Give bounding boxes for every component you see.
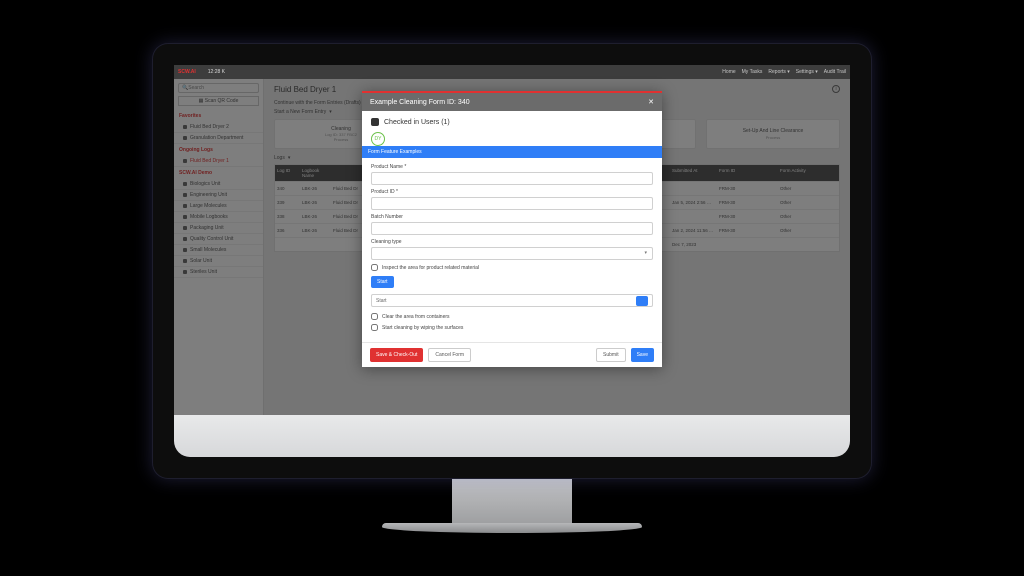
topbar: SCW.AI 12:28 K Home My Tasks Reports ▾ S…	[174, 65, 850, 79]
start-cleaning-checkbox[interactable]	[371, 324, 378, 331]
batch-number-input[interactable]	[371, 222, 653, 235]
start-badge-label: Start	[376, 298, 387, 304]
start-cleaning-label: Start cleaning by wiping the surfaces	[382, 325, 463, 331]
product-name-input[interactable]	[371, 172, 653, 185]
close-icon[interactable]: ✕	[648, 98, 654, 106]
brand-logo: SCW.AI	[178, 69, 196, 75]
section-band: Form Feature Examples	[362, 146, 662, 158]
monitor-base	[382, 523, 642, 533]
inspect-checkbox[interactable]	[371, 264, 378, 271]
nav-audit[interactable]: Audit Trail	[824, 69, 846, 75]
inspect-label: Inspect the area for product related mat…	[382, 265, 479, 271]
clear-area-checkbox[interactable]	[371, 313, 378, 320]
cleaning-type-label: Cleaning type	[371, 239, 653, 245]
user-icon	[371, 118, 379, 126]
modal-header: Example Cleaning Form ID: 340 ✕	[362, 93, 662, 111]
nav-mytasks[interactable]: My Tasks	[742, 69, 763, 75]
modal-title: Example Cleaning Form ID: 340	[370, 99, 470, 106]
nav-home[interactable]: Home	[722, 69, 735, 75]
save-button[interactable]: Save	[631, 348, 654, 362]
calendar-icon[interactable]	[636, 296, 648, 306]
product-id-label: Product ID *	[371, 189, 653, 195]
nav-reports[interactable]: Reports ▾	[768, 69, 789, 75]
clock: 12:28 K	[208, 69, 225, 75]
save-checkout-button[interactable]: Save & Check-Out	[370, 348, 423, 362]
monitor-neck	[452, 479, 572, 523]
modal-footer: Save & Check-Out Cancel Form Submit Save	[362, 342, 662, 367]
modal-body: Checked in Users (1) DY Form Feature Exa…	[362, 111, 662, 342]
monitor-chin	[174, 415, 850, 457]
main: 🔍 Search ▦ Scan QR Code Favorites Fluid …	[174, 79, 850, 415]
modal: Example Cleaning Form ID: 340 ✕ Checked …	[362, 91, 662, 367]
batch-number-label: Batch Number	[371, 214, 653, 220]
checked-in-label: Checked in Users (1)	[384, 119, 450, 126]
cleaning-type-select[interactable]	[371, 247, 653, 260]
product-name-label: Product Name *	[371, 164, 653, 170]
start-field[interactable]: Start	[371, 294, 653, 307]
submit-button[interactable]: Submit	[596, 348, 626, 362]
app-screen: SCW.AI 12:28 K Home My Tasks Reports ▾ S…	[174, 65, 850, 415]
monitor-mockup: SCW.AI 12:28 K Home My Tasks Reports ▾ S…	[152, 43, 872, 533]
cancel-form-button[interactable]: Cancel Form	[428, 348, 471, 362]
nav-settings[interactable]: Settings ▾	[796, 69, 818, 75]
avatar[interactable]: DY	[371, 132, 385, 146]
clear-area-label: Clear the area from containers	[382, 314, 450, 320]
start-button[interactable]: Start	[371, 276, 394, 288]
modal-overlay: Example Cleaning Form ID: 340 ✕ Checked …	[174, 79, 850, 415]
bezel: SCW.AI 12:28 K Home My Tasks Reports ▾ S…	[152, 43, 872, 479]
product-id-input[interactable]	[371, 197, 653, 210]
